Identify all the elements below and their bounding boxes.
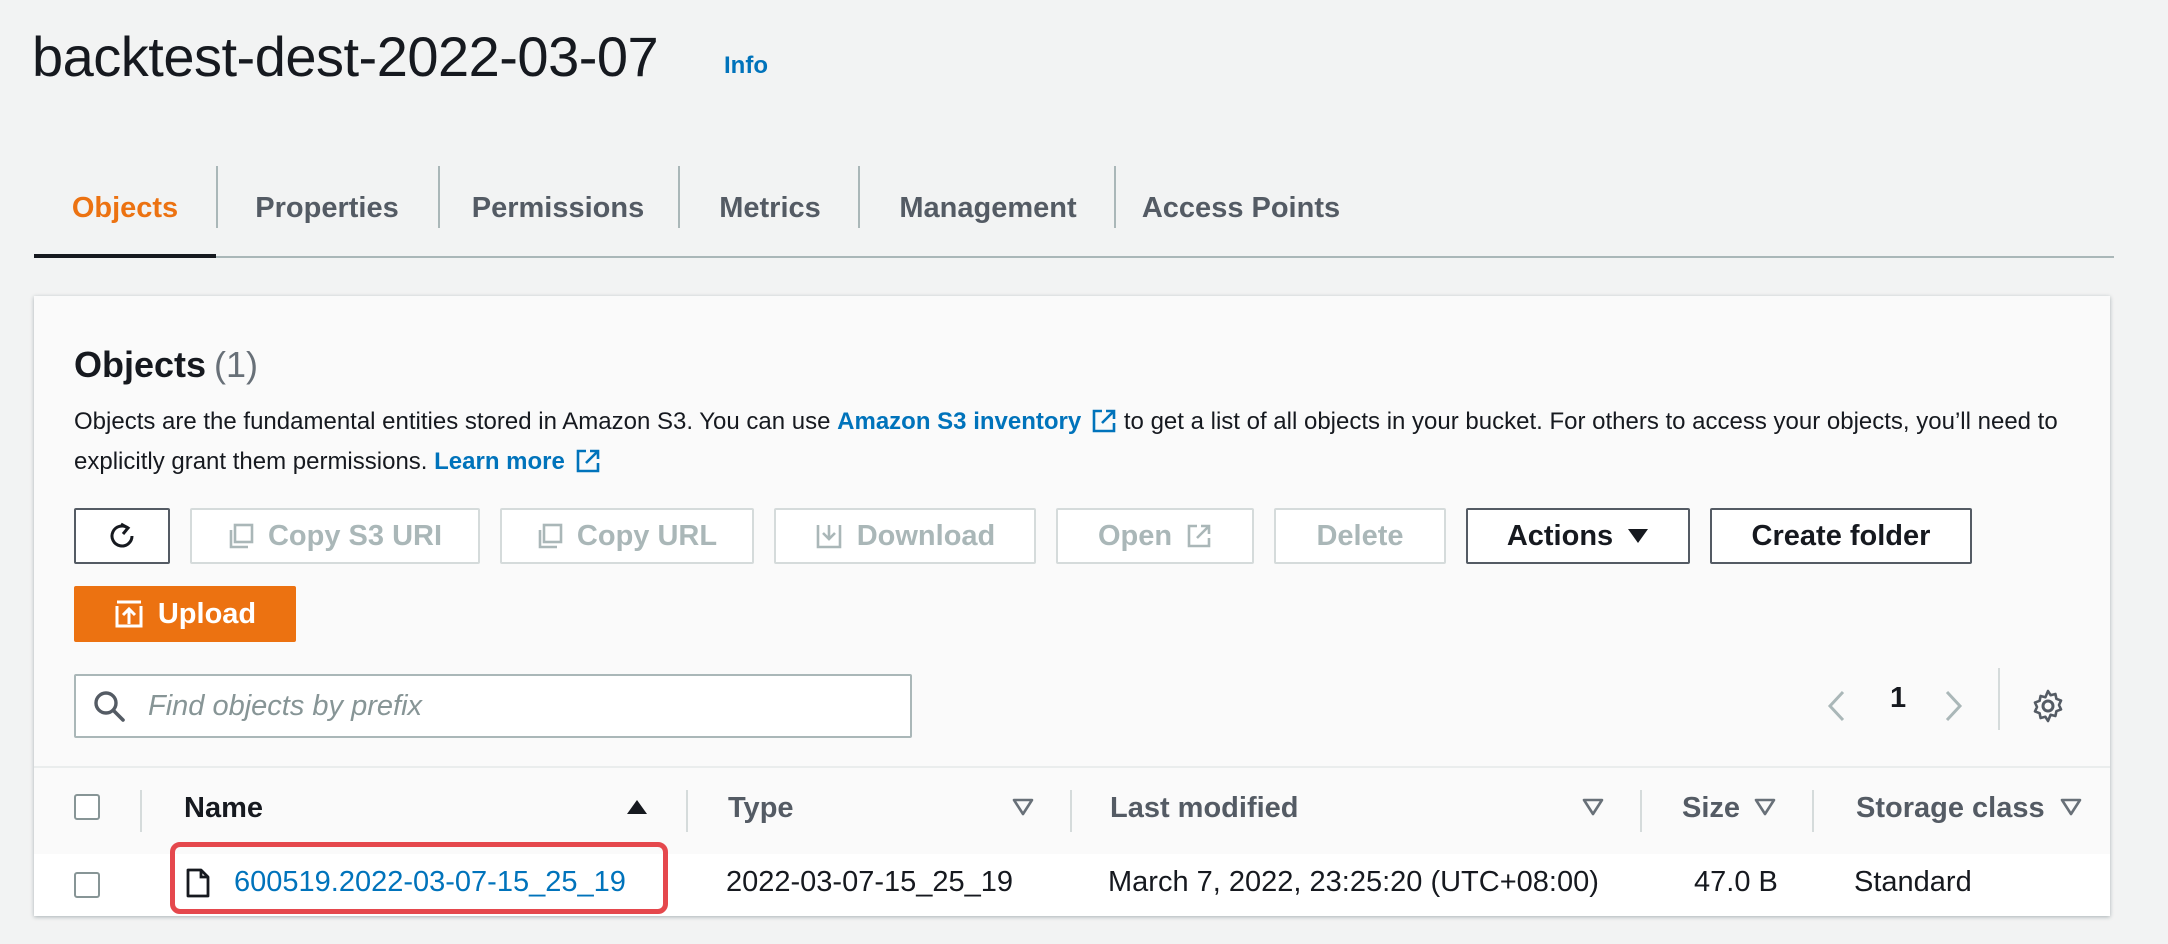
copy-icon xyxy=(229,523,254,549)
external-link-icon xyxy=(1187,524,1211,548)
object-last-modified: March 7, 2022, 23:25:20 (UTC+08:00) xyxy=(1108,866,1599,898)
copy-s3-uri-label: Copy S3 URI xyxy=(267,519,443,552)
column-header-storage-class[interactable]: Storage class xyxy=(1856,792,2045,825)
column-divider xyxy=(140,790,142,832)
upload-button[interactable]: Upload xyxy=(74,586,296,642)
tab-bar: Objects Properties Permissions Metrics M… xyxy=(34,160,2114,258)
object-storage-class: Standard xyxy=(1854,866,1972,898)
objects-count: (1) xyxy=(214,344,259,385)
inventory-link-label: Amazon S3 inventory xyxy=(837,408,1082,435)
refresh-button[interactable] xyxy=(74,508,170,564)
objects-description: Objects are the fundamental entities sto… xyxy=(74,402,2084,482)
actions-label: Actions xyxy=(1506,519,1614,552)
sort-icon[interactable] xyxy=(2060,798,2082,816)
sort-icon[interactable] xyxy=(1754,798,1776,816)
tab-management[interactable]: Management xyxy=(860,160,1116,256)
caret-down-icon xyxy=(1628,529,1649,543)
objects-panel: Objects (1) Objects are the fundamental e… xyxy=(34,296,2110,916)
info-link[interactable]: Info xyxy=(724,52,768,80)
pagination-divider xyxy=(1998,668,2000,730)
chevron-left-icon xyxy=(1827,690,1845,722)
search-icon xyxy=(94,691,125,722)
tab-objects[interactable]: Objects xyxy=(34,160,216,258)
copy-url-button[interactable]: Copy URL xyxy=(500,508,754,564)
refresh-icon xyxy=(110,522,134,548)
previous-page-button[interactable] xyxy=(1816,674,1856,738)
copy-url-label: Copy URL xyxy=(576,519,718,552)
copy-s3-uri-button[interactable]: Copy S3 URI xyxy=(190,508,480,564)
column-divider xyxy=(1812,790,1814,832)
highlight-box xyxy=(170,842,668,914)
column-header-last-modified[interactable]: Last modified xyxy=(1110,792,1299,825)
upload-icon xyxy=(115,600,143,628)
download-button[interactable]: Download xyxy=(774,508,1036,564)
page-number[interactable]: 1 xyxy=(1890,682,1906,715)
tab-properties[interactable]: Properties xyxy=(218,160,436,256)
learn-more-link[interactable]: Learn more xyxy=(434,448,601,475)
download-icon xyxy=(816,525,842,549)
learn-more-label: Learn more xyxy=(434,448,565,475)
delete-label: Delete xyxy=(1316,519,1404,552)
sort-icon[interactable] xyxy=(1582,798,1604,816)
object-type: 2022-03-07-15_25_19 xyxy=(726,866,1014,898)
object-size: 47.0 B xyxy=(1694,866,1778,898)
objects-heading-label: Objects xyxy=(74,344,207,385)
delete-button[interactable]: Delete xyxy=(1274,508,1446,564)
tab-access-points[interactable]: Access Points xyxy=(1116,160,1366,256)
column-header-type[interactable]: Type xyxy=(728,792,794,825)
column-header-name[interactable]: Name xyxy=(184,792,263,825)
tab-metrics[interactable]: Metrics xyxy=(680,160,860,256)
external-link-icon xyxy=(1092,409,1116,433)
download-label: Download xyxy=(856,519,996,552)
external-link-icon xyxy=(576,449,600,473)
open-label: Open xyxy=(1097,519,1173,552)
description-text: Objects are the fundamental entities sto… xyxy=(74,408,838,435)
sort-icon[interactable] xyxy=(1012,798,1034,816)
next-page-button[interactable] xyxy=(1934,674,1974,738)
preferences-button[interactable] xyxy=(2028,674,2068,738)
column-divider xyxy=(1070,790,1072,832)
sort-ascending-icon[interactable] xyxy=(626,798,648,816)
copy-icon xyxy=(538,523,563,549)
actions-dropdown[interactable]: Actions xyxy=(1466,508,1690,564)
tab-permissions[interactable]: Permissions xyxy=(440,160,676,256)
select-all-checkbox[interactable] xyxy=(74,794,100,820)
create-folder-label: Create folder xyxy=(1751,519,1931,552)
create-folder-button[interactable]: Create folder xyxy=(1710,508,1972,564)
column-divider xyxy=(1640,790,1642,832)
inventory-link[interactable]: Amazon S3 inventory xyxy=(837,408,1117,435)
search-box xyxy=(74,674,912,738)
open-button[interactable]: Open xyxy=(1056,508,1254,564)
objects-heading: Objects (1) xyxy=(74,344,258,386)
row-checkbox[interactable] xyxy=(74,872,100,898)
page-title: backtest-dest-2022-03-07 xyxy=(32,25,659,88)
search-input[interactable] xyxy=(146,688,910,724)
column-header-size[interactable]: Size xyxy=(1682,792,1740,825)
upload-label: Upload xyxy=(157,597,257,630)
column-divider xyxy=(686,790,688,832)
gear-icon xyxy=(2033,689,2063,723)
chevron-right-icon xyxy=(1945,690,1963,722)
